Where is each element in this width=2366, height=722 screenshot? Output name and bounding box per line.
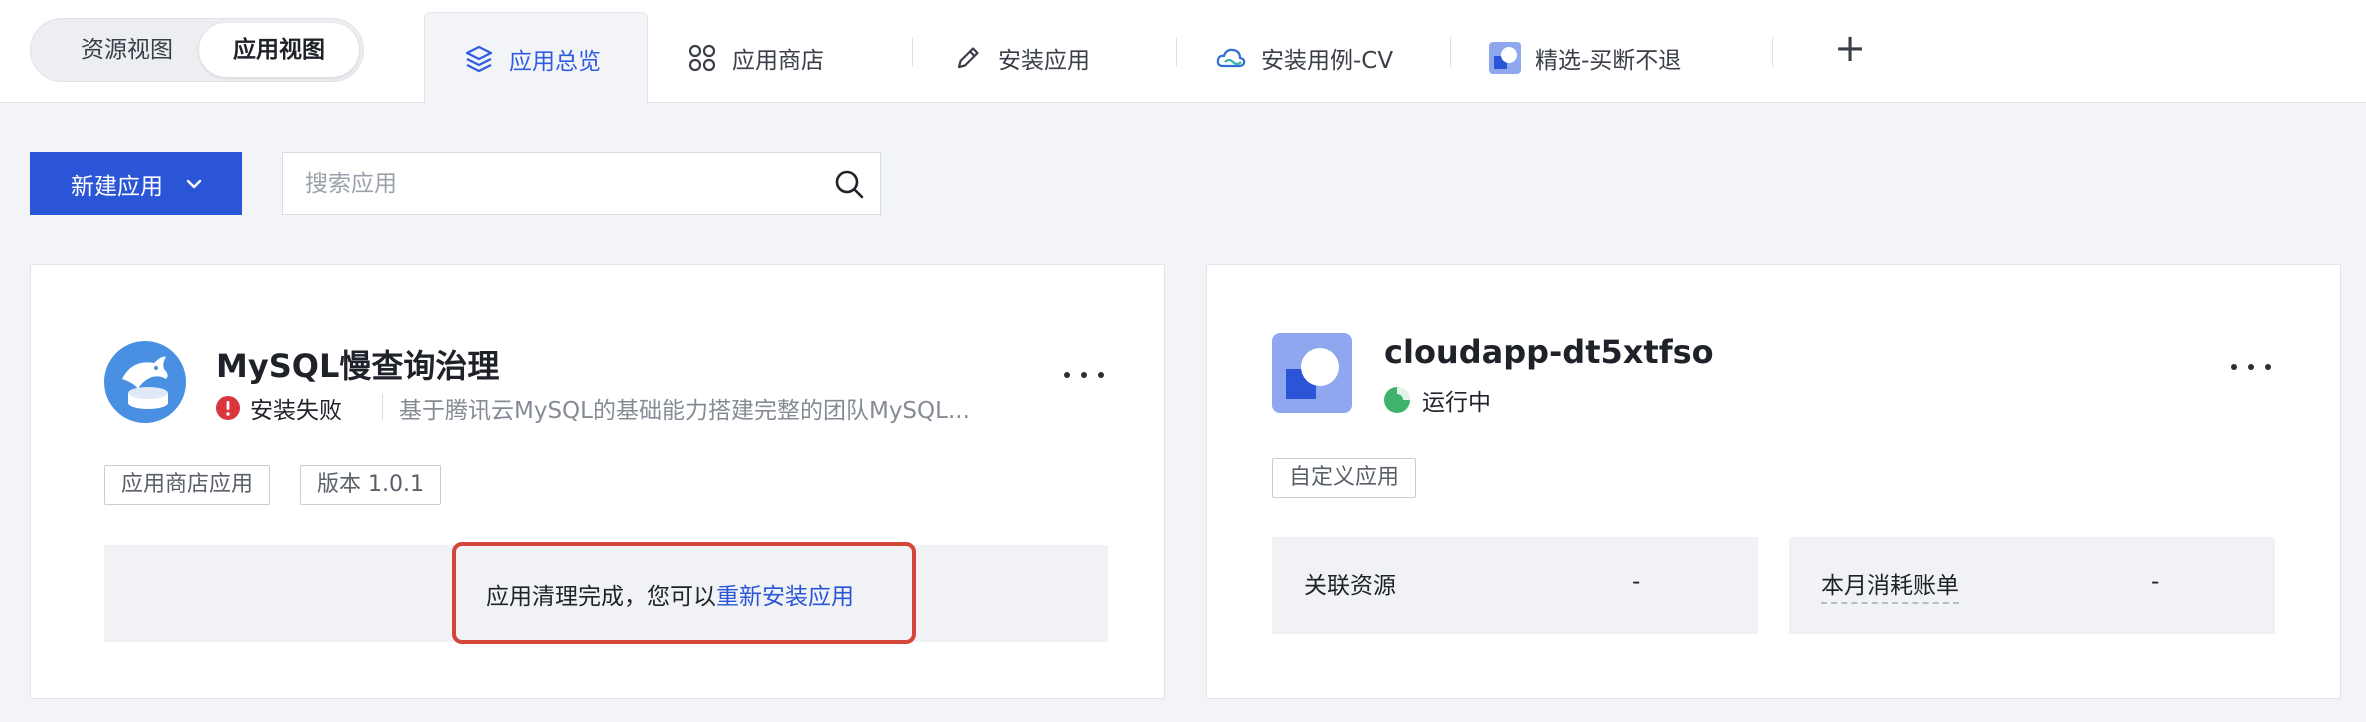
reinstall-app-link[interactable]: 重新安装应用: [716, 584, 854, 610]
notice-message: 应用清理完成，您可以: [486, 584, 716, 610]
add-tab-button[interactable]: +: [1832, 26, 1868, 70]
more-options-icon[interactable]: [2231, 357, 2271, 377]
tab-install-example-cv[interactable]: 安装用例-CV: [1215, 12, 1403, 104]
mysql-dolphin-icon: [104, 341, 186, 427]
tab-divider: [1450, 37, 1451, 67]
notice-text: 应用清理完成，您可以重新安装应用: [486, 577, 854, 611]
linked-resources-value: -: [1632, 569, 1641, 595]
running-status-icon: [1384, 387, 1410, 413]
new-app-label: 新建应用: [71, 173, 163, 200]
tag-app-store-app: 应用商店应用: [104, 465, 271, 505]
linked-resources-box: 关联资源 -: [1272, 537, 1758, 634]
error-icon: [216, 396, 240, 420]
tab-label: 安装用例-CV: [1261, 48, 1394, 74]
tab-app-overview[interactable]: 应用总览: [424, 12, 648, 104]
layers-icon: [463, 43, 495, 75]
resource-view-option[interactable]: 资源视图: [37, 23, 217, 77]
cloud-icon: [1215, 42, 1247, 74]
tab-label: 精选-买断不退: [1535, 48, 1682, 74]
search-box: [282, 152, 881, 215]
tab-install-app[interactable]: 安装应用: [952, 12, 1152, 104]
view-toggle: 资源视图 应用视图: [30, 18, 364, 82]
app-view-option[interactable]: 应用视图: [199, 23, 359, 77]
tab-divider: [1772, 37, 1773, 67]
app-description: 基于腾讯云MySQL的基础能力搭建完整的团队MySQL...: [399, 398, 970, 424]
pencil-icon: [952, 42, 984, 74]
new-app-button[interactable]: 新建应用: [30, 152, 242, 215]
tag-custom-app: 自定义应用: [1272, 458, 1417, 498]
tab-label: 应用总览: [509, 48, 601, 75]
tag-version: 版本 1.0.1: [300, 465, 441, 505]
linked-resources-label: 关联资源: [1304, 573, 1396, 599]
monthly-bill-label[interactable]: 本月消耗账单: [1821, 566, 1959, 604]
divider: [382, 394, 383, 420]
status-label: 安装失败: [250, 398, 342, 424]
app-name[interactable]: MySQL慢查询治理: [216, 341, 499, 387]
app-name[interactable]: cloudapp-dt5xtfso: [1384, 333, 1714, 371]
app-logo-icon: [1489, 42, 1521, 74]
install-status: 安装失败: [216, 391, 342, 425]
apps-grid-icon: [686, 42, 718, 74]
app-logo-icon: [1272, 333, 1352, 417]
tab-divider: [1176, 37, 1177, 67]
more-options-icon[interactable]: [1064, 365, 1104, 385]
app-card[interactable]: MySQL慢查询治理 安装失败 基于腾讯云MySQL的基础能力搭建完整的团队My…: [30, 264, 1165, 699]
chevron-down-icon: [185, 178, 203, 190]
search-icon[interactable]: [832, 167, 866, 201]
tab-label: 应用商店: [732, 48, 824, 74]
running-status: 运行中: [1384, 383, 1491, 417]
tab-divider: [912, 37, 913, 67]
monthly-bill-box: 本月消耗账单 -: [1789, 537, 2275, 634]
tab-featured-buyout[interactable]: 精选-买断不退: [1489, 12, 1719, 104]
monthly-bill-value: -: [2151, 569, 2160, 595]
app-card[interactable]: cloudapp-dt5xtfso 运行中 自定义应用 关联资源 - 本月消耗账…: [1206, 264, 2341, 699]
top-nav-bar: 资源视图 应用视图 应用总览 应用商店 安装应用 安装用例-CV 精选-买断不退…: [0, 0, 2366, 104]
tab-app-store[interactable]: 应用商店: [686, 12, 886, 104]
search-input[interactable]: [283, 153, 823, 214]
tab-label: 安装应用: [998, 48, 1090, 74]
cleanup-notice: 应用清理完成，您可以重新安装应用: [104, 542, 1108, 644]
status-label: 运行中: [1422, 390, 1491, 416]
